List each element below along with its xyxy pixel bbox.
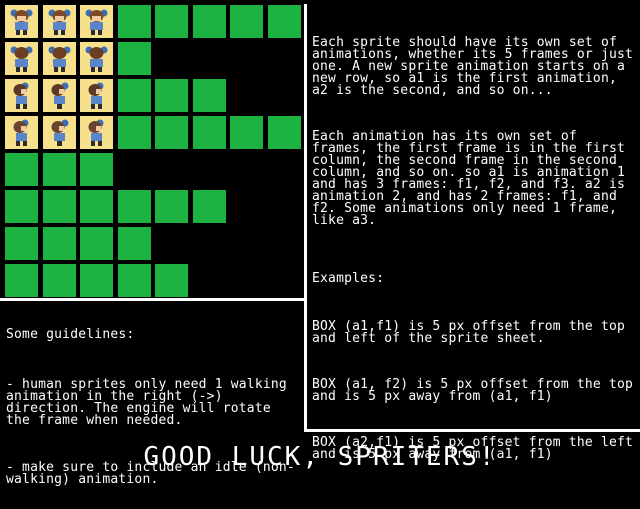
left-horizontal-divider xyxy=(0,298,306,301)
empty-frame-box xyxy=(43,227,76,260)
examples-heading: Examples: xyxy=(312,271,385,286)
guidelines-heading: Some guidelines: xyxy=(6,327,135,342)
empty-frame-box xyxy=(118,5,151,38)
empty-frame-box xyxy=(118,42,151,75)
sprite-frame xyxy=(5,42,38,75)
guidelines-panel: Some guidelines: - human sprites only ne… xyxy=(6,305,298,509)
sprite-frame xyxy=(5,5,38,38)
vertical-divider xyxy=(304,4,307,432)
instructions-paragraph-2: Each animation has its own set of frames… xyxy=(312,129,634,228)
sprite-frame xyxy=(43,79,76,112)
sprite-frame xyxy=(80,116,113,149)
sprite-frame xyxy=(80,42,113,75)
empty-frame-box xyxy=(268,116,301,149)
empty-frame-box xyxy=(43,264,76,297)
empty-frame-box xyxy=(155,264,188,297)
empty-frame-box xyxy=(118,190,151,223)
empty-frame-box xyxy=(155,190,188,223)
sprite-frame xyxy=(43,42,76,75)
empty-frame-box xyxy=(193,5,226,38)
empty-frame-box xyxy=(80,153,113,186)
sprite-frame xyxy=(43,5,76,38)
sprite-frame xyxy=(43,116,76,149)
empty-frame-box xyxy=(193,79,226,112)
empty-frame-box xyxy=(155,116,188,149)
empty-frame-box xyxy=(193,116,226,149)
sprite-frame xyxy=(80,5,113,38)
empty-frame-box xyxy=(230,5,263,38)
empty-frame-box xyxy=(155,79,188,112)
empty-frame-box xyxy=(268,5,301,38)
empty-frame-box xyxy=(80,264,113,297)
instructions-paragraph-1: Each sprite should have its own set of a… xyxy=(312,35,634,98)
example-1: BOX (a1,f1) is 5 px offset from the top … xyxy=(312,319,634,346)
empty-frame-box xyxy=(80,190,113,223)
empty-frame-box xyxy=(43,153,76,186)
empty-frame-box xyxy=(118,116,151,149)
sprite-frame xyxy=(5,79,38,112)
empty-frame-box xyxy=(118,264,151,297)
sprite-sheet-grid xyxy=(0,0,301,297)
empty-frame-box xyxy=(118,79,151,112)
empty-frame-box xyxy=(193,190,226,223)
empty-frame-box xyxy=(5,264,38,297)
empty-frame-box xyxy=(230,116,263,149)
empty-frame-box xyxy=(5,190,38,223)
footer-message: GOOD LUCK, SPRITERS! xyxy=(143,442,497,472)
empty-frame-box xyxy=(5,227,38,260)
empty-frame-box xyxy=(43,190,76,223)
empty-frame-box xyxy=(80,227,113,260)
sprite-frame xyxy=(80,79,113,112)
sprite-frame xyxy=(5,116,38,149)
instructions-panel: Each sprite should have its own set of a… xyxy=(312,13,634,483)
guideline-1: - human sprites only need 1 walking anim… xyxy=(6,377,295,428)
empty-frame-box xyxy=(5,153,38,186)
empty-frame-box xyxy=(118,227,151,260)
example-2: BOX (a1, f2) is 5 px offset from the top… xyxy=(312,377,634,404)
empty-frame-box xyxy=(155,5,188,38)
